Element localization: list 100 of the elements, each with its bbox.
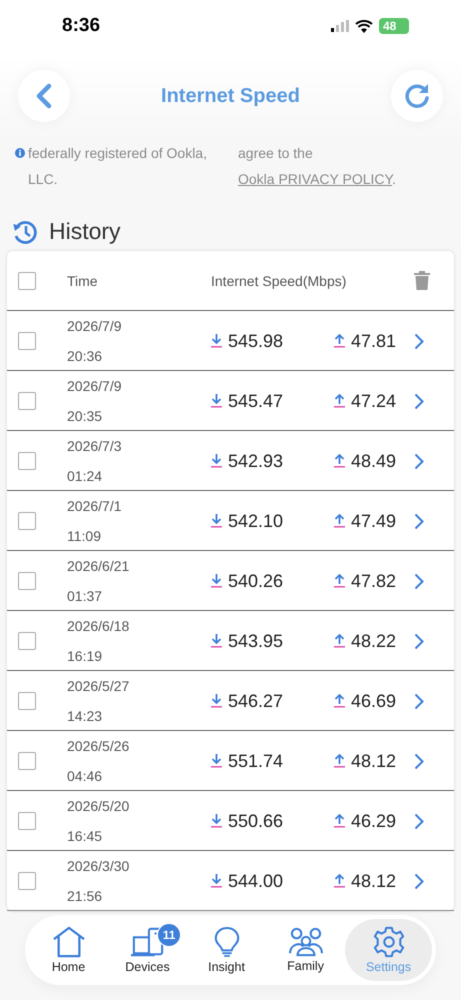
download-icon xyxy=(211,634,222,648)
test-time: 01:37 xyxy=(67,587,104,606)
chevron-right-icon[interactable] xyxy=(414,752,424,770)
test-date: 2026/5/27 xyxy=(67,677,130,696)
chevron-right-icon[interactable] xyxy=(414,692,424,710)
download-icon xyxy=(211,754,222,768)
download-speed: 551.74 xyxy=(228,750,284,772)
checkbox[interactable] xyxy=(18,392,36,410)
test-date: 2026/5/20 xyxy=(67,797,130,816)
checkbox[interactable] xyxy=(18,692,36,710)
tab[interactable]: Home xyxy=(29,919,108,981)
checkbox[interactable] xyxy=(18,572,36,590)
download-icon xyxy=(211,334,222,348)
checkbox[interactable] xyxy=(18,872,36,890)
test-date: 2026/7/1 xyxy=(67,497,122,516)
chevron-right-icon[interactable] xyxy=(414,812,424,830)
wifi-icon xyxy=(355,20,373,32)
checkbox[interactable] xyxy=(18,272,36,290)
page-title: Internet Speed xyxy=(161,84,300,108)
upload-speed: 48.22 xyxy=(351,630,396,652)
upload-speed: 47.81 xyxy=(351,330,396,352)
upload-icon xyxy=(334,634,345,648)
checkbox[interactable] xyxy=(18,332,36,350)
trademark-note: federally registered of Ookla, LLC. xyxy=(28,144,208,189)
test-time: 16:19 xyxy=(67,647,104,666)
download-speed: 546.27 xyxy=(228,690,284,712)
test-date: 2026/6/18 xyxy=(67,617,130,636)
upload-icon xyxy=(334,574,345,588)
download-icon xyxy=(211,514,222,528)
test-time: 21:56 xyxy=(67,887,104,906)
test-time: 11:09 xyxy=(67,527,102,546)
clock: 8:36 xyxy=(62,15,100,37)
upload-icon xyxy=(334,814,345,828)
settings-icon xyxy=(372,926,405,958)
refresh-icon xyxy=(402,82,431,110)
download-icon xyxy=(211,694,222,708)
back-icon xyxy=(34,83,54,109)
download-speed: 550.66 xyxy=(228,810,284,832)
download-speed: 544.00 xyxy=(228,870,284,892)
upload-speed: 48.12 xyxy=(351,870,396,892)
tab[interactable]: Family xyxy=(266,919,346,981)
download-speed: 540.26 xyxy=(228,570,284,592)
chevron-right-icon[interactable] xyxy=(414,512,424,530)
upload-icon xyxy=(334,514,345,528)
chevron-right-icon[interactable] xyxy=(414,632,424,650)
chevron-right-icon[interactable] xyxy=(414,332,424,350)
section-title: History xyxy=(49,218,121,245)
upload-speed: 47.49 xyxy=(351,510,396,532)
chevron-right-icon[interactable] xyxy=(414,452,424,470)
chevron-right-icon[interactable] xyxy=(414,572,424,590)
download-icon xyxy=(211,394,222,408)
download-speed: 542.93 xyxy=(228,450,284,472)
test-date: 2026/7/3 xyxy=(67,437,122,456)
chevron-right-icon[interactable] xyxy=(414,872,424,890)
battery-level: 48 xyxy=(379,18,409,34)
test-date: 2026/3/30 xyxy=(67,857,130,876)
chevron-right-icon[interactable] xyxy=(414,392,424,410)
checkbox[interactable] xyxy=(18,812,36,830)
checkbox[interactable] xyxy=(18,632,36,650)
upload-speed: 47.82 xyxy=(351,570,396,592)
test-time: 16:45 xyxy=(67,827,104,846)
checkbox[interactable] xyxy=(18,512,36,530)
upload-icon xyxy=(334,874,345,888)
test-date: 2026/6/21 xyxy=(67,557,130,576)
column-header: Time xyxy=(67,272,99,288)
tab[interactable]: Devices 11 xyxy=(108,919,188,981)
test-time: 14:23 xyxy=(67,707,104,726)
checkbox[interactable] xyxy=(18,752,36,770)
upload-speed: 48.12 xyxy=(351,750,396,772)
upload-icon xyxy=(334,754,345,768)
upload-icon xyxy=(334,454,345,468)
home-icon xyxy=(52,926,86,958)
download-icon xyxy=(211,874,222,888)
test-date: 2026/7/9 xyxy=(67,317,122,336)
upload-speed: 46.29 xyxy=(351,810,396,832)
download-speed: 542.10 xyxy=(228,510,284,532)
lightbulb-icon xyxy=(212,926,241,958)
test-time: 20:36 xyxy=(67,347,104,366)
signal-icon xyxy=(331,20,349,32)
download-icon xyxy=(211,814,222,828)
upload-icon xyxy=(334,694,345,708)
download-speed: 545.98 xyxy=(228,330,284,352)
upload-speed: 48.49 xyxy=(351,450,396,472)
upload-icon xyxy=(334,334,345,348)
checkbox[interactable] xyxy=(18,452,36,470)
tab[interactable]: Insight xyxy=(187,919,266,981)
download-icon xyxy=(211,454,222,468)
upload-speed: 46.69 xyxy=(351,690,396,712)
download-speed: 545.47 xyxy=(228,390,284,412)
family-icon xyxy=(288,927,324,957)
privacy-note: agree to the Ookla PRIVACY POLICY. xyxy=(238,144,397,189)
test-date: 2026/7/9 xyxy=(67,377,122,396)
test-time: 01:24 xyxy=(67,467,104,486)
test-time: 20:35 xyxy=(67,407,104,426)
trash-icon[interactable] xyxy=(414,271,430,290)
upload-speed: 47.24 xyxy=(351,390,396,412)
count-badge: 11 xyxy=(157,923,182,947)
upload-icon xyxy=(334,394,345,408)
info-icon xyxy=(15,148,25,158)
download-icon xyxy=(211,574,222,588)
